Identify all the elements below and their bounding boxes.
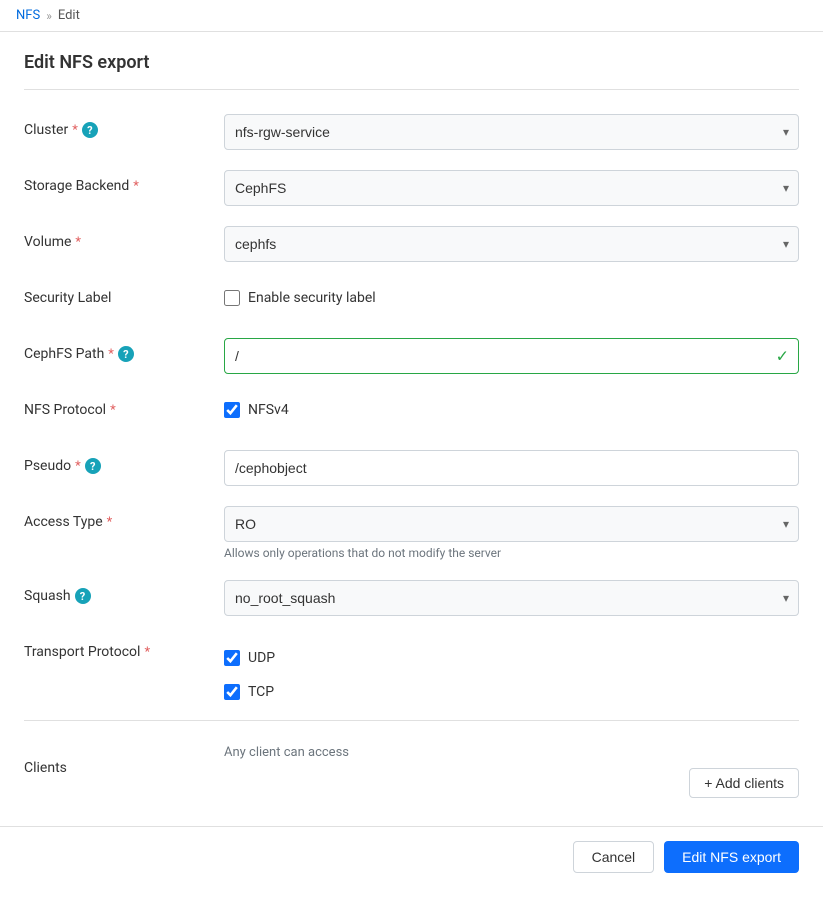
nfsv4-checkbox[interactable] bbox=[224, 402, 240, 418]
access-type-helper: Allows only operations that do not modif… bbox=[224, 546, 799, 560]
cluster-required: * bbox=[72, 123, 78, 138]
cluster-select[interactable]: nfs-rgw-service bbox=[224, 114, 799, 150]
security-label-label: Security Label bbox=[24, 282, 224, 306]
cluster-label: Cluster * ? bbox=[24, 114, 224, 138]
squash-row: Squash ? no_root_squash root_squash all_… bbox=[24, 580, 799, 616]
security-label-control: Enable security label bbox=[224, 282, 799, 306]
add-clients-button-wrapper: + Add clients bbox=[224, 768, 799, 798]
access-type-label: Access Type * bbox=[24, 506, 224, 530]
cephfs-path-row: CephFS Path * ? ✓ bbox=[24, 338, 799, 374]
page-container: Edit NFS export Cluster * ? nfs-rgw-serv… bbox=[0, 32, 823, 898]
storage-backend-label: Storage Backend * bbox=[24, 170, 224, 194]
transport-checkboxes: UDP TCP bbox=[224, 636, 799, 700]
clients-label: Clients bbox=[24, 729, 224, 798]
pseudo-row: Pseudo * ? bbox=[24, 450, 799, 486]
pseudo-label: Pseudo * ? bbox=[24, 450, 224, 474]
cephfs-path-help-icon[interactable]: ? bbox=[118, 346, 134, 362]
page-title: Edit NFS export bbox=[24, 52, 799, 90]
volume-select[interactable]: cephfs bbox=[224, 226, 799, 262]
volume-select-wrapper: cephfs ▾ bbox=[224, 226, 799, 262]
footer-actions: Cancel Edit NFS export bbox=[0, 826, 823, 887]
tcp-label[interactable]: TCP bbox=[248, 684, 274, 700]
nfs-protocol-required: * bbox=[110, 403, 116, 418]
nfsv4-label[interactable]: NFSv4 bbox=[248, 402, 289, 418]
divider bbox=[24, 720, 799, 721]
cephfs-path-control: ✓ bbox=[224, 338, 799, 374]
storage-backend-control: CephFS ▾ bbox=[224, 170, 799, 206]
cancel-button[interactable]: Cancel bbox=[573, 841, 655, 873]
cluster-control: nfs-rgw-service ▾ bbox=[224, 114, 799, 150]
clients-any-text: Any client can access bbox=[224, 737, 799, 760]
squash-control: no_root_squash root_squash all_squash ▾ bbox=[224, 580, 799, 616]
breadcrumb: NFS » Edit bbox=[0, 0, 823, 32]
squash-select[interactable]: no_root_squash root_squash all_squash bbox=[224, 580, 799, 616]
pseudo-help-icon[interactable]: ? bbox=[85, 458, 101, 474]
access-type-required: * bbox=[107, 515, 113, 530]
nfs-protocol-control: NFSv4 bbox=[224, 394, 799, 418]
tcp-checkbox[interactable] bbox=[224, 684, 240, 700]
cluster-row: Cluster * ? nfs-rgw-service ▾ bbox=[24, 114, 799, 150]
tcp-checkbox-wrapper: TCP bbox=[224, 676, 799, 700]
cephfs-path-input[interactable] bbox=[224, 338, 799, 374]
clients-row: Clients Any client can access + Add clie… bbox=[24, 729, 799, 798]
access-type-select[interactable]: RO RW None bbox=[224, 506, 799, 542]
cephfs-path-input-wrapper: ✓ bbox=[224, 338, 799, 374]
breadcrumb-separator: » bbox=[46, 9, 52, 23]
storage-backend-required: * bbox=[133, 179, 139, 194]
nfs-protocol-row: NFS Protocol * NFSv4 bbox=[24, 394, 799, 430]
clients-control: Any client can access + Add clients bbox=[224, 729, 799, 798]
storage-backend-row: Storage Backend * CephFS ▾ bbox=[24, 170, 799, 206]
cephfs-path-required: * bbox=[108, 347, 114, 362]
udp-label[interactable]: UDP bbox=[248, 650, 275, 666]
breadcrumb-current: Edit bbox=[58, 8, 80, 23]
volume-control: cephfs ▾ bbox=[224, 226, 799, 262]
security-label-row: Security Label Enable security label bbox=[24, 282, 799, 318]
udp-checkbox[interactable] bbox=[224, 650, 240, 666]
security-label-checkbox[interactable] bbox=[224, 290, 240, 306]
squash-help-icon[interactable]: ? bbox=[75, 588, 91, 604]
pseudo-input[interactable] bbox=[224, 450, 799, 486]
transport-protocol-row: Transport Protocol * UDP TCP bbox=[24, 636, 799, 700]
cluster-select-wrapper: nfs-rgw-service ▾ bbox=[224, 114, 799, 150]
cephfs-path-label: CephFS Path * ? bbox=[24, 338, 224, 362]
breadcrumb-nfs-link[interactable]: NFS bbox=[16, 8, 40, 23]
cluster-help-icon[interactable]: ? bbox=[82, 122, 98, 138]
squash-label: Squash ? bbox=[24, 580, 224, 604]
nfs-protocol-nfsv4-wrapper: NFSv4 bbox=[224, 394, 799, 418]
add-clients-button[interactable]: + Add clients bbox=[689, 768, 799, 798]
pseudo-required: * bbox=[75, 459, 81, 474]
transport-protocol-required: * bbox=[144, 645, 150, 660]
edit-nfs-export-button[interactable]: Edit NFS export bbox=[664, 841, 799, 873]
volume-label: Volume * bbox=[24, 226, 224, 250]
access-type-select-wrapper: RO RW None ▾ bbox=[224, 506, 799, 542]
access-type-control: RO RW None ▾ Allows only operations that… bbox=[224, 506, 799, 560]
pseudo-control bbox=[224, 450, 799, 486]
volume-row: Volume * cephfs ▾ bbox=[24, 226, 799, 262]
nfs-protocol-label: NFS Protocol * bbox=[24, 394, 224, 418]
storage-backend-select[interactable]: CephFS bbox=[224, 170, 799, 206]
udp-checkbox-wrapper: UDP bbox=[224, 642, 799, 666]
transport-protocol-control: UDP TCP bbox=[224, 636, 799, 700]
security-label-checkbox-label[interactable]: Enable security label bbox=[248, 290, 376, 306]
cephfs-path-valid-icon: ✓ bbox=[776, 347, 789, 366]
security-label-checkbox-wrapper: Enable security label bbox=[224, 282, 799, 306]
transport-protocol-label: Transport Protocol * bbox=[24, 636, 224, 660]
volume-required: * bbox=[75, 235, 81, 250]
access-type-row: Access Type * RO RW None ▾ Allows only o… bbox=[24, 506, 799, 560]
storage-backend-select-wrapper: CephFS ▾ bbox=[224, 170, 799, 206]
squash-select-wrapper: no_root_squash root_squash all_squash ▾ bbox=[224, 580, 799, 616]
